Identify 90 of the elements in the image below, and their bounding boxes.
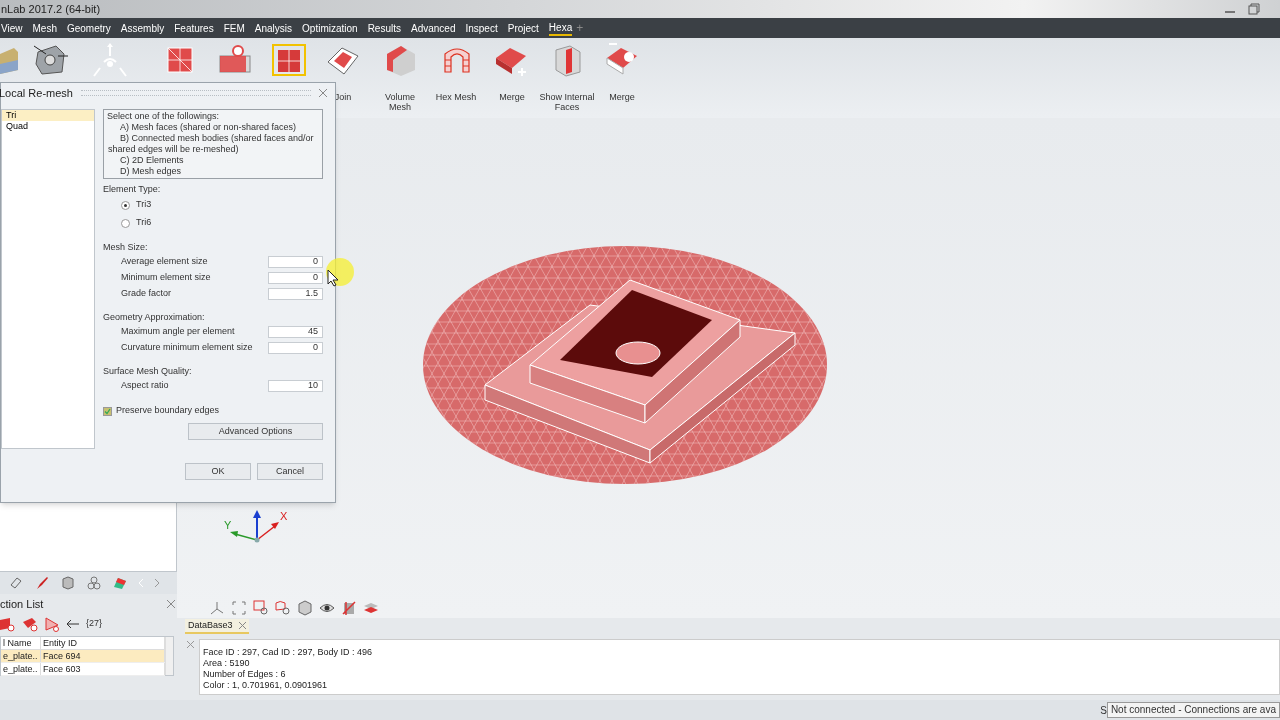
menu-tab[interactable]: FEM xyxy=(223,20,245,36)
brush-icon[interactable] xyxy=(34,575,50,591)
close-icon[interactable] xyxy=(187,641,194,648)
table-cell: e_plate.. xyxy=(1,649,41,662)
selection-count: {27} xyxy=(86,616,103,630)
close-icon[interactable] xyxy=(319,89,327,97)
cube-icon[interactable] xyxy=(297,600,313,616)
column-header[interactable]: l Name xyxy=(1,636,41,649)
cancel-button[interactable]: Cancel xyxy=(257,463,323,480)
preserve-checkbox-row[interactable]: Preserve boundary edges xyxy=(103,404,323,418)
restore-icon[interactable] xyxy=(1248,3,1260,15)
chevron-right-icon[interactable] xyxy=(154,578,160,588)
input-field[interactable]: 0 xyxy=(268,342,323,354)
input-field[interactable]: 1.5 xyxy=(268,288,323,300)
section-heading: Surface Mesh Quality: xyxy=(103,365,193,378)
field-label: Curvature minimum element size xyxy=(121,341,253,355)
section-cut-icon[interactable] xyxy=(341,600,357,616)
fit-view-icon[interactable] xyxy=(231,600,247,616)
close-icon[interactable] xyxy=(238,622,246,629)
type-list-item[interactable]: Quad xyxy=(2,121,94,132)
menu-tab[interactable]: View xyxy=(1,20,23,36)
section-heading: Geometry Approximation: xyxy=(103,311,206,324)
menu-tab[interactable]: Analysis xyxy=(254,20,293,36)
menu-tab[interactable]: Advanced xyxy=(411,20,456,36)
instruction-text: D) Mesh edges xyxy=(119,166,183,177)
info-text: Number of Edges : 6 xyxy=(203,669,287,680)
axis-label: Y xyxy=(224,520,232,531)
radio-button[interactable] xyxy=(121,200,130,210)
field-label: Maximum angle per element xyxy=(121,325,235,339)
menu-tab[interactable]: Project xyxy=(507,20,539,36)
instruction-text: Select one of the followings: xyxy=(106,111,221,122)
tooltip: Not connected - Connections are ava xyxy=(1106,702,1280,718)
ribbon-label[interactable]: Merge xyxy=(598,92,646,112)
ok-button[interactable]: OK xyxy=(185,463,251,480)
radio-option[interactable]: Tri3 xyxy=(103,196,323,214)
ribbon-label[interactable]: Merge xyxy=(488,92,536,112)
input-field[interactable]: 0 xyxy=(268,256,323,268)
menu-tab[interactable]: Features xyxy=(174,20,214,36)
instruction-text: A) Mesh faces (shared or non-shared faces) xyxy=(119,122,298,133)
field-label: Minimum element size xyxy=(121,271,211,285)
advanced-options-button[interactable]: Advanced Options xyxy=(188,423,323,440)
scrollbar[interactable] xyxy=(165,636,173,675)
ribbon-label[interactable]: Hex Mesh xyxy=(430,92,482,112)
cad-part-icon[interactable] xyxy=(32,42,68,78)
info-text: Area : 5190 xyxy=(203,658,251,669)
ribbon-label[interactable]: Show Internal Faces xyxy=(536,92,598,112)
close-icon[interactable] xyxy=(167,600,175,609)
remove-body-icon[interactable] xyxy=(22,615,38,632)
type-list-item[interactable]: Tri xyxy=(2,110,94,121)
radio-option[interactable]: Tri6 xyxy=(103,214,323,232)
window-title: nLab 2017.2 (64-bit) xyxy=(0,1,101,17)
zoom-region-icon[interactable] xyxy=(275,600,291,616)
info-text: Face ID : 297, Cad ID : 297, Body ID : 496 xyxy=(203,647,374,658)
menu-tab[interactable]: Optimization xyxy=(302,20,358,36)
instruction-text: C) 2D Elements xyxy=(119,155,185,166)
input-field[interactable]: 0 xyxy=(268,272,323,284)
radio-button[interactable] xyxy=(121,218,130,228)
field-label: Aspect ratio xyxy=(121,379,169,393)
ribbon-label[interactable]: Volume Mesh xyxy=(380,92,420,112)
back-arrow-icon[interactable] xyxy=(66,618,80,629)
axis-label: X xyxy=(280,511,288,522)
color-map-icon[interactable] xyxy=(112,575,128,591)
dialog-title: Local Re-mesh xyxy=(0,85,73,101)
field-label: Average element size xyxy=(121,255,208,269)
spheres-icon[interactable] xyxy=(86,575,102,591)
menu-tab[interactable]: Mesh xyxy=(32,20,57,36)
menu-tab[interactable]: Hexa xyxy=(548,20,573,36)
menu-tab[interactable]: Results xyxy=(367,20,401,36)
axes-icon[interactable] xyxy=(209,600,225,616)
info-text: Color : 1, 0.701961, 0.0901961 xyxy=(203,680,329,691)
input-field[interactable]: 10 xyxy=(268,380,323,392)
remove-face-icon[interactable] xyxy=(0,615,16,632)
field-label: Grade factor xyxy=(121,287,172,301)
status-text: S xyxy=(1100,703,1107,718)
menu-tab[interactable]: Assembly xyxy=(120,20,165,36)
remove-edge-icon[interactable] xyxy=(44,615,60,632)
menu-tab[interactable]: Geometry xyxy=(66,20,111,36)
section-heading: Element Type: xyxy=(103,183,162,196)
zoom-box-icon[interactable] xyxy=(253,600,269,616)
menu-tab[interactable]: Inspect xyxy=(465,20,498,36)
panel-title: ction List xyxy=(0,597,44,612)
table-cell: e_plate.. xyxy=(1,662,41,675)
cube-icon[interactable] xyxy=(60,575,76,591)
input-field[interactable]: 45 xyxy=(268,326,323,338)
instruction-text: B) Connected mesh bodies (shared faces and/or shared edges will be re-meshed) xyxy=(107,133,315,155)
section-heading: Mesh Size: xyxy=(103,241,149,254)
layers-icon[interactable] xyxy=(363,600,379,616)
document-tab[interactable]: DataBase3 xyxy=(185,619,249,634)
eraser-icon[interactable] xyxy=(8,575,24,591)
checkbox[interactable] xyxy=(103,406,112,416)
